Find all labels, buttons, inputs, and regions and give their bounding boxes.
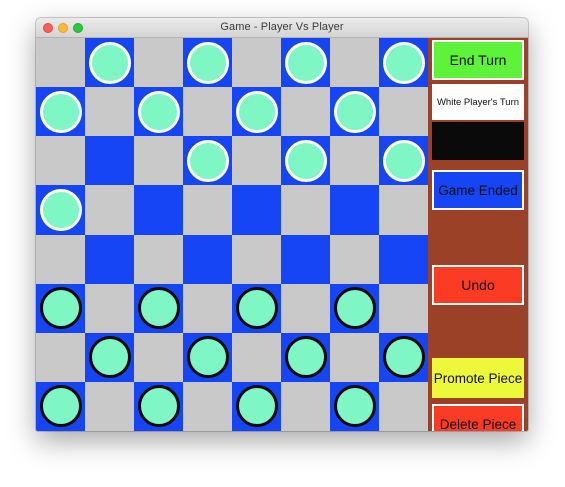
white-checker-piece[interactable] bbox=[39, 188, 82, 231]
white-checker-piece[interactable] bbox=[137, 90, 180, 133]
black-checker-piece[interactable] bbox=[284, 336, 327, 379]
board-square[interactable] bbox=[232, 332, 282, 383]
board-square[interactable] bbox=[330, 38, 380, 88]
board-square[interactable] bbox=[134, 38, 184, 88]
board-square[interactable] bbox=[85, 136, 135, 186]
board-square[interactable] bbox=[36, 38, 86, 88]
board-square[interactable] bbox=[183, 87, 233, 137]
black-checker-piece[interactable] bbox=[235, 385, 278, 428]
black-checker-piece[interactable] bbox=[333, 385, 376, 428]
board-square[interactable] bbox=[330, 185, 380, 235]
board-square[interactable] bbox=[232, 136, 282, 186]
end-turn-button[interactable]: End Turn bbox=[432, 40, 524, 80]
window-title: Game - Player Vs Player bbox=[220, 21, 344, 33]
board-square[interactable] bbox=[232, 38, 282, 88]
white-checker-piece[interactable] bbox=[382, 41, 425, 84]
white-checker-piece[interactable] bbox=[186, 41, 229, 84]
board-square[interactable] bbox=[85, 87, 135, 137]
board-square[interactable] bbox=[330, 332, 380, 383]
white-checker-piece[interactable] bbox=[284, 41, 327, 84]
checkers-board bbox=[36, 38, 429, 431]
board-square[interactable] bbox=[134, 332, 184, 383]
black-checker-piece[interactable] bbox=[88, 336, 131, 379]
board-square[interactable] bbox=[379, 283, 429, 334]
white-checker-piece[interactable] bbox=[284, 139, 327, 182]
board-square[interactable] bbox=[379, 87, 429, 137]
promote-piece-button[interactable]: Promote Piece bbox=[432, 358, 524, 398]
board-square[interactable] bbox=[36, 332, 86, 383]
black-checker-piece[interactable] bbox=[137, 385, 180, 428]
board-square[interactable] bbox=[183, 234, 233, 285]
delete-piece-button[interactable]: Delete Piece bbox=[432, 404, 524, 431]
board-square[interactable] bbox=[281, 234, 331, 285]
board-square[interactable] bbox=[134, 136, 184, 186]
board-square[interactable] bbox=[330, 136, 380, 186]
white-checker-piece[interactable] bbox=[235, 90, 278, 133]
title-bar: Game - Player Vs Player bbox=[36, 18, 528, 38]
white-checker-piece[interactable] bbox=[88, 41, 131, 84]
board-square[interactable] bbox=[379, 381, 429, 431]
board-square[interactable] bbox=[330, 234, 380, 285]
status-color-indicator bbox=[432, 122, 524, 160]
board-square[interactable] bbox=[85, 234, 135, 285]
control-panel: End Turn White Player's Turn Game Ended … bbox=[428, 38, 528, 431]
black-checker-piece[interactable] bbox=[137, 287, 180, 330]
board-square[interactable] bbox=[85, 381, 135, 431]
white-checker-piece[interactable] bbox=[333, 90, 376, 133]
board-square[interactable] bbox=[183, 381, 233, 431]
game-window: Game - Player Vs Player End Turn White P… bbox=[36, 18, 528, 431]
turn-status-label: White Player's Turn bbox=[432, 84, 524, 120]
board-square[interactable] bbox=[281, 381, 331, 431]
black-checker-piece[interactable] bbox=[39, 287, 82, 330]
board-square[interactable] bbox=[281, 185, 331, 235]
board-square[interactable] bbox=[379, 234, 429, 285]
black-checker-piece[interactable] bbox=[382, 336, 425, 379]
black-checker-piece[interactable] bbox=[39, 385, 82, 428]
board-square[interactable] bbox=[36, 136, 86, 186]
white-checker-piece[interactable] bbox=[382, 139, 425, 182]
undo-button[interactable]: Undo bbox=[432, 265, 524, 305]
board-square[interactable] bbox=[281, 283, 331, 334]
white-checker-piece[interactable] bbox=[186, 139, 229, 182]
board-square[interactable] bbox=[232, 185, 282, 235]
game-ended-button[interactable]: Game Ended bbox=[432, 170, 524, 210]
board-square[interactable] bbox=[85, 283, 135, 334]
board-square[interactable] bbox=[134, 185, 184, 235]
board-square[interactable] bbox=[85, 185, 135, 235]
board-square[interactable] bbox=[379, 185, 429, 235]
black-checker-piece[interactable] bbox=[235, 287, 278, 330]
board-square[interactable] bbox=[36, 234, 86, 285]
board-square[interactable] bbox=[232, 234, 282, 285]
black-checker-piece[interactable] bbox=[333, 287, 376, 330]
board-square[interactable] bbox=[183, 185, 233, 235]
board-square[interactable] bbox=[281, 87, 331, 137]
white-checker-piece[interactable] bbox=[39, 90, 82, 133]
board-square[interactable] bbox=[183, 283, 233, 334]
board-square[interactable] bbox=[134, 234, 184, 285]
black-checker-piece[interactable] bbox=[186, 336, 229, 379]
